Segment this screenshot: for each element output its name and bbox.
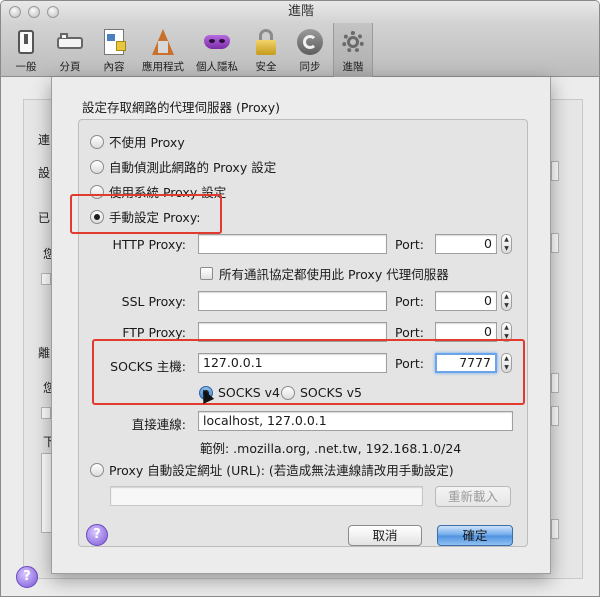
window-title: 進階: [287, 4, 314, 19]
cancel-button[interactable]: 取消: [348, 525, 422, 546]
preferences-toolbar: 一般 分頁 內容 應用程式 個人隱私 安全 同步 進階: [1, 23, 599, 77]
help-button[interactable]: ?: [86, 524, 108, 546]
tabs-icon: [55, 27, 85, 57]
toolbar-item-privacy[interactable]: 個人隱私: [191, 23, 243, 77]
mask-icon: [202, 27, 232, 57]
no-proxy-option[interactable]: 不使用 Proxy: [90, 132, 185, 151]
socks-host-input[interactable]: 127.0.0.1: [198, 353, 387, 373]
auto-proxy-url-input[interactable]: [110, 486, 423, 506]
applications-icon: [148, 27, 178, 57]
background-field: [551, 161, 559, 181]
no-proxy-for-label: 直接連線:: [131, 417, 186, 432]
radio-button[interactable]: [90, 462, 104, 477]
ssl-proxy-host-input[interactable]: [198, 291, 387, 311]
ssl-proxy-label: SSL Proxy:: [121, 294, 186, 309]
background-label: 已: [38, 211, 51, 225]
radio-button[interactable]: [90, 134, 104, 149]
close-window-button[interactable]: [9, 6, 21, 18]
ssl-port-input[interactable]: 0: [435, 291, 497, 311]
toolbar-item-sync[interactable]: 同步: [289, 23, 331, 77]
background-checkbox[interactable]: [41, 273, 51, 285]
toolbar-item-general[interactable]: 一般: [5, 23, 47, 77]
checkbox[interactable]: [200, 267, 213, 280]
title-bar: 進階: [1, 1, 599, 23]
no-proxy-for-input[interactable]: localhost, 127.0.0.1: [198, 411, 513, 431]
auto-detect-option[interactable]: 自動偵測此網路的 Proxy 設定: [90, 157, 276, 176]
background-dropdown[interactable]: [41, 407, 51, 419]
sync-icon: [295, 27, 325, 57]
auto-proxy-url-option[interactable]: Proxy 自動設定網址 (URL): (若造成無法連線請改用手動設定): [90, 460, 454, 479]
preferences-window: 進階 一般 分頁 內容 應用程式 個人隱私 安全 同步 進階 連 設 已 您 離…: [0, 0, 600, 597]
background-field: [551, 406, 559, 426]
connection-settings-sheet: 設定存取網路的代理伺服器 (Proxy) 不使用 Proxy 自動偵測此網路的 …: [51, 77, 551, 574]
socks-v5-option[interactable]: SOCKS v5: [281, 385, 362, 400]
socks-port-stepper[interactable]: ▲ ▼: [501, 353, 512, 373]
background-field: [551, 233, 559, 253]
toolbar-item-applications[interactable]: 應用程式: [137, 23, 189, 77]
socks-port-input[interactable]: 7777: [435, 353, 497, 373]
no-proxy-example: 範例: .mozilla.org, .net.tw, 192.168.1.0/2…: [200, 441, 462, 456]
toolbar-item-content[interactable]: 內容: [93, 23, 135, 77]
toolbar-item-security[interactable]: 安全: [245, 23, 287, 77]
gear-icon: [338, 27, 368, 57]
toolbar-item-advanced[interactable]: 進階: [333, 23, 373, 77]
same-proxy-for-all-checkbox[interactable]: 所有通訊協定都使用此 Proxy 代理伺服器: [200, 264, 449, 283]
background-label: 設: [38, 166, 51, 180]
background-label: 連: [38, 133, 51, 147]
socks-host-label: SOCKS 主機:: [110, 359, 186, 374]
http-port-label: Port:: [395, 237, 424, 252]
reload-button[interactable]: 重新載入: [435, 486, 511, 507]
document-icon: [99, 27, 129, 57]
http-port-stepper[interactable]: ▲ ▼: [501, 234, 512, 254]
toolbar-item-tabs[interactable]: 分頁: [49, 23, 91, 77]
http-proxy-label: HTTP Proxy:: [112, 237, 186, 252]
ssl-port-label: Port:: [395, 294, 424, 309]
http-proxy-host-input[interactable]: [198, 234, 387, 254]
zoom-window-button[interactable]: [47, 6, 59, 18]
background-label: 離: [38, 346, 51, 360]
background-help-button[interactable]: ?: [16, 566, 38, 588]
highlight-box-manual: [70, 194, 222, 234]
switch-icon: [11, 27, 41, 57]
lock-icon: [251, 27, 281, 57]
http-port-input[interactable]: 0: [435, 234, 497, 254]
ok-button[interactable]: 確定: [437, 525, 513, 546]
proxy-heading: 設定存取網路的代理伺服器 (Proxy): [82, 100, 280, 115]
radio-button[interactable]: [281, 385, 295, 400]
ftp-port-label: Port:: [395, 325, 424, 340]
radio-button[interactable]: [90, 159, 104, 174]
socks-port-label: Port:: [395, 356, 424, 371]
background-field: [551, 373, 559, 393]
minimize-window-button[interactable]: [28, 6, 40, 18]
ftp-proxy-label: FTP Proxy:: [122, 325, 186, 340]
background-field: [551, 519, 559, 539]
ssl-port-stepper[interactable]: ▲ ▼: [501, 291, 512, 311]
